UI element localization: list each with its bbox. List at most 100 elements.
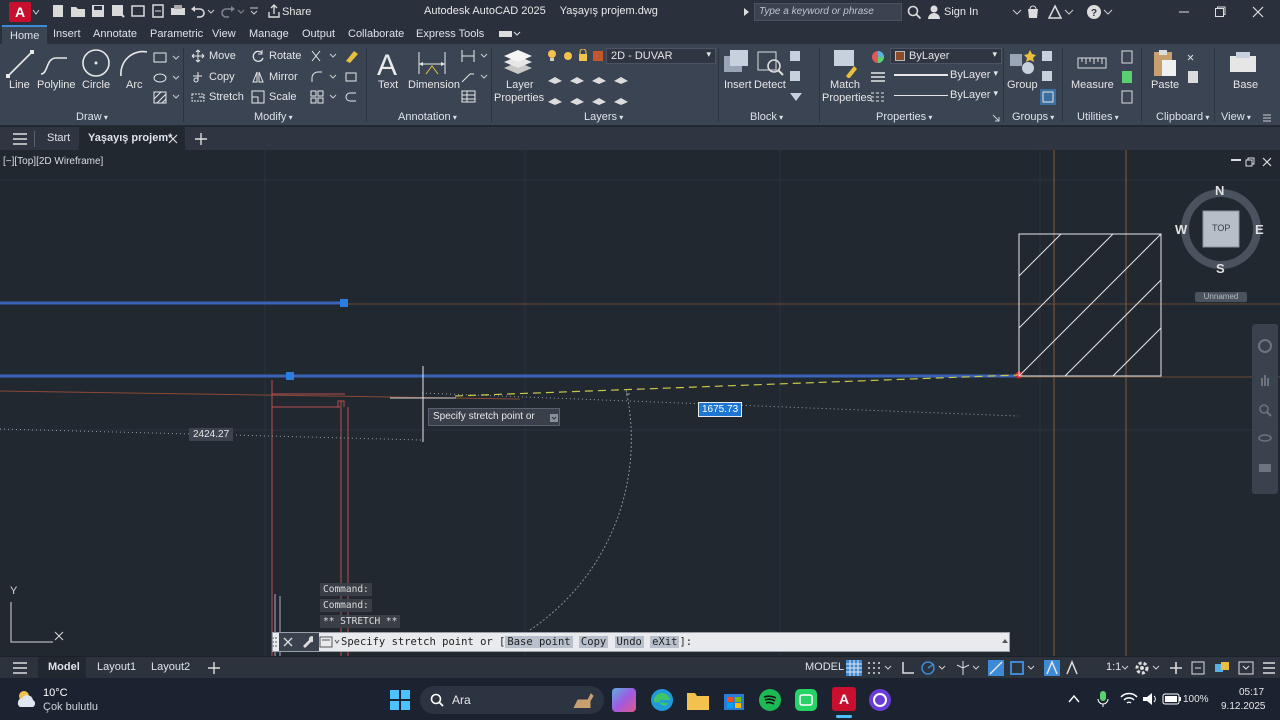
weather-description[interactable]: Çok bulutlu bbox=[43, 701, 98, 713]
workspace-gear-icon[interactable] bbox=[1134, 660, 1150, 676]
annotation-monitor-plus-icon[interactable] bbox=[1168, 660, 1184, 676]
option-undo[interactable]: Undo bbox=[614, 636, 644, 648]
paste-button[interactable]: Paste bbox=[1151, 79, 1179, 91]
autocad-logo[interactable]: A bbox=[9, 2, 31, 22]
undo-dropdown-icon[interactable] bbox=[206, 3, 216, 19]
close-file-tab-icon[interactable] bbox=[168, 134, 178, 144]
layer-tools-row-2[interactable] bbox=[546, 92, 642, 106]
mirror-button[interactable]: Mirror bbox=[269, 71, 298, 83]
isodraft-icon[interactable] bbox=[955, 660, 971, 676]
erase-icon[interactable] bbox=[344, 49, 360, 63]
base-view-icon[interactable] bbox=[1228, 50, 1258, 76]
open-folder-icon[interactable] bbox=[70, 3, 86, 19]
model-space-button[interactable]: MODEL bbox=[805, 661, 844, 673]
annotation-panel-title[interactable]: Annotation bbox=[398, 111, 457, 123]
save-web-icon[interactable] bbox=[150, 3, 166, 19]
linetype-icon[interactable] bbox=[870, 91, 886, 103]
command-customize-wrench-icon[interactable] bbox=[301, 636, 313, 648]
properties-launcher-icon[interactable] bbox=[992, 114, 1000, 122]
microphone-icon[interactable] bbox=[1096, 690, 1110, 708]
properties-panel-title[interactable]: Properties bbox=[876, 111, 932, 123]
linear-dim-icon[interactable] bbox=[461, 49, 489, 63]
view-panel-expand-icon[interactable] bbox=[1262, 114, 1272, 122]
block-tools-icons[interactable] bbox=[788, 49, 804, 105]
option-copy[interactable]: Copy bbox=[578, 636, 609, 648]
tab-collaborate[interactable]: Collaborate bbox=[348, 28, 404, 40]
grid-display-icon[interactable] bbox=[846, 660, 862, 676]
autodesk-account-icon[interactable] bbox=[1047, 4, 1063, 20]
account-dropdown-icon[interactable] bbox=[1064, 8, 1074, 16]
showmotion-icon[interactable] bbox=[1257, 460, 1273, 476]
layout-menu-icon[interactable] bbox=[12, 662, 28, 674]
viewport-minimize-icon[interactable] bbox=[1231, 159, 1241, 161]
lineweight-icon[interactable] bbox=[870, 71, 886, 83]
group-button[interactable]: Group bbox=[1007, 79, 1038, 91]
rotate-icon[interactable] bbox=[251, 49, 265, 63]
clipboard-tools-icons[interactable] bbox=[1186, 49, 1202, 89]
ellipse-icon[interactable] bbox=[153, 72, 183, 84]
tray-overflow-chevron-icon[interactable] bbox=[1068, 694, 1080, 704]
trim-icon[interactable] bbox=[310, 49, 340, 63]
modify-panel-title[interactable]: Modify bbox=[254, 111, 293, 123]
base-button[interactable]: Base bbox=[1233, 79, 1258, 91]
obs-app-icon[interactable] bbox=[868, 688, 892, 712]
save-as-icon[interactable] bbox=[110, 3, 126, 19]
snap-mode-icon[interactable] bbox=[867, 661, 881, 675]
measure-button[interactable]: Measure bbox=[1071, 79, 1114, 91]
windows-start-icon[interactable] bbox=[390, 690, 410, 710]
edge-browser-icon[interactable] bbox=[650, 688, 674, 712]
layout1-tab[interactable]: Layout1 bbox=[97, 661, 136, 673]
customize-status-icon[interactable] bbox=[1262, 661, 1276, 675]
copy-icon[interactable] bbox=[191, 70, 205, 84]
help-dropdown-icon[interactable] bbox=[1103, 8, 1113, 16]
file-explorer-icon[interactable] bbox=[686, 689, 710, 711]
mirror-icon[interactable] bbox=[251, 70, 265, 84]
command-line[interactable]: Specify stretch point or [Base point Cop… bbox=[272, 632, 1010, 652]
clock-date[interactable]: 9.12.2025 bbox=[1221, 701, 1266, 712]
compass-west[interactable]: W bbox=[1175, 222, 1187, 237]
dynamic-input-distance[interactable]: 1675.73 bbox=[698, 402, 743, 417]
weather-temp[interactable]: 10°C bbox=[43, 687, 68, 699]
plot-icon[interactable] bbox=[170, 3, 186, 19]
polar-dropdown-icon[interactable] bbox=[938, 665, 946, 671]
search-icon[interactable] bbox=[906, 4, 922, 20]
block-panel-title[interactable]: Block bbox=[750, 111, 783, 123]
spotify-icon[interactable] bbox=[758, 688, 782, 712]
save-icon[interactable] bbox=[90, 3, 106, 19]
viewport-close-icon[interactable] bbox=[1262, 157, 1272, 167]
dimension-button[interactable]: Dimension bbox=[408, 79, 460, 91]
ortho-icon[interactable] bbox=[900, 660, 916, 676]
color-wheel-icon[interactable] bbox=[870, 49, 886, 65]
tooltip-options-icon[interactable] bbox=[550, 414, 558, 422]
minimize-icon[interactable] bbox=[1178, 6, 1190, 18]
lineweight-dropdown[interactable]: ByLayer ▾ bbox=[890, 68, 1002, 84]
array-icon[interactable] bbox=[310, 90, 340, 104]
polar-tracking-icon[interactable] bbox=[920, 660, 936, 676]
view-panel-title[interactable]: View bbox=[1221, 111, 1251, 123]
polyline-button[interactable]: Polyline bbox=[37, 79, 76, 91]
layers-panel-title[interactable]: Layers bbox=[584, 111, 623, 123]
command-grip-icon[interactable] bbox=[271, 635, 279, 649]
restore-icon[interactable] bbox=[1214, 6, 1226, 18]
stretch-icon[interactable] bbox=[191, 90, 205, 104]
line-icon[interactable] bbox=[6, 48, 34, 80]
whatsapp-icon[interactable] bbox=[794, 688, 818, 712]
line-button[interactable]: Line bbox=[9, 79, 30, 91]
compass-east[interactable]: E bbox=[1255, 222, 1264, 237]
object-snap-tracking-icon[interactable] bbox=[988, 660, 1004, 676]
zoom-extents-icon[interactable] bbox=[1257, 402, 1273, 418]
file-tabs-menu-icon[interactable] bbox=[12, 133, 28, 145]
steering-wheel-icon[interactable] bbox=[1257, 338, 1273, 354]
move-button[interactable]: Move bbox=[209, 50, 236, 62]
rotate-button[interactable]: Rotate bbox=[269, 50, 301, 62]
utility-tools-icons[interactable] bbox=[1120, 49, 1136, 105]
object-snap-icon[interactable] bbox=[1009, 660, 1025, 676]
circle-button[interactable]: Circle bbox=[82, 79, 110, 91]
orbit-icon[interactable] bbox=[1257, 430, 1273, 446]
option-exit[interactable]: eXit bbox=[650, 636, 680, 648]
copilot-app-icon[interactable] bbox=[612, 688, 636, 712]
object-snap-dropdown-icon[interactable] bbox=[1027, 665, 1035, 671]
polyline-icon[interactable] bbox=[38, 48, 70, 80]
viewport-label[interactable]: [−][Top][2D Wireframe] bbox=[3, 156, 103, 167]
tab-insert[interactable]: Insert bbox=[53, 28, 81, 40]
